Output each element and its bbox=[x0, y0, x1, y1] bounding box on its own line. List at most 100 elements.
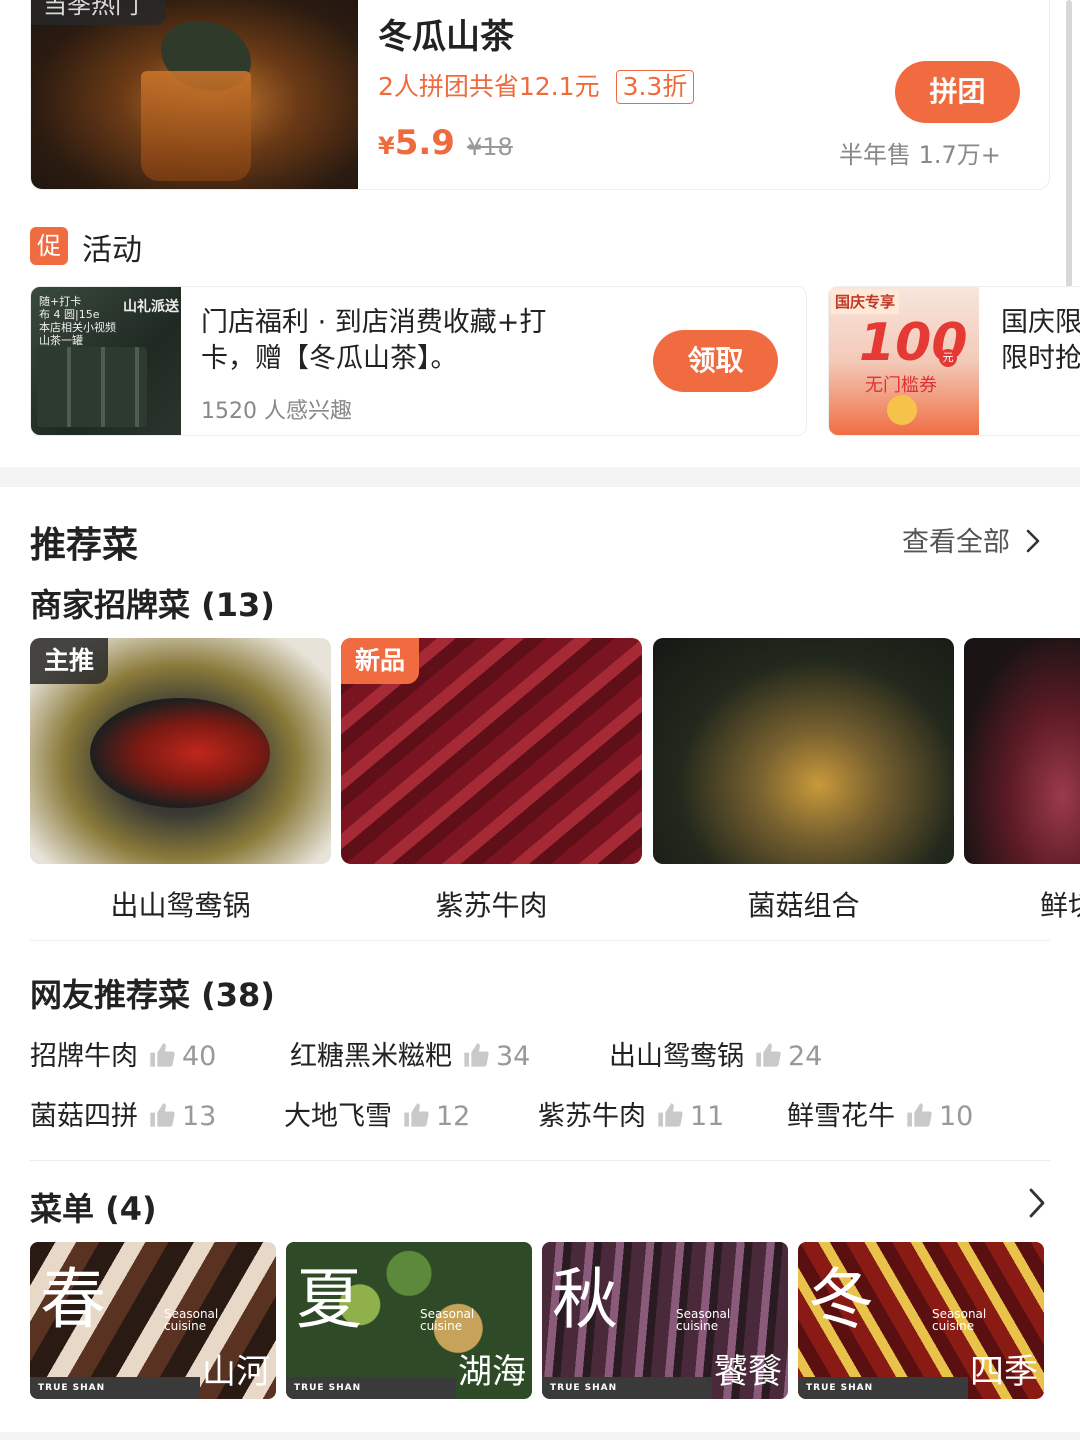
dish-name: 菌菇组合 bbox=[747, 889, 860, 922]
netizen-title: 网友推荐菜 (38) bbox=[30, 976, 275, 1014]
section-divider bbox=[0, 467, 1080, 487]
netizen-dish-name: 招牌牛肉 bbox=[30, 1041, 138, 1072]
brand-bar: TRUE SHAN bbox=[286, 1377, 456, 1399]
interest-count: 1520 人感兴趣 bbox=[201, 399, 352, 424]
like-count: 11 bbox=[690, 1101, 725, 1132]
subtitle-line: cuisine bbox=[676, 1319, 719, 1333]
activity-2-text: 国庆限 限时抢 bbox=[1001, 305, 1080, 377]
activity-card[interactable]: 随+打卡 布 4 圆|15e 本店相关小视频 山茶一罐 山礼派送 门店福利 · … bbox=[30, 286, 807, 436]
netizen-dish[interactable]: 出山鸳鸯锅 24 bbox=[609, 1034, 822, 1073]
netizen-dish[interactable]: 紫苏牛肉 11 bbox=[538, 1094, 724, 1133]
brand-bar: TRUE SHAN bbox=[542, 1377, 712, 1399]
like-count: 40 bbox=[182, 1041, 217, 1072]
subtitle-line: cuisine bbox=[164, 1319, 207, 1333]
thumbs-up-icon bbox=[464, 1043, 489, 1067]
season-subtitle: Seasonal cuisine bbox=[420, 1308, 474, 1332]
dish-card[interactable]: 新品 bbox=[341, 638, 642, 864]
view-all-link[interactable]: 查看全部 bbox=[902, 520, 1041, 559]
mascot-icon bbox=[887, 395, 917, 425]
netizen-dish-name: 菌菇四拼 bbox=[30, 1101, 138, 1132]
season-subtitle: Seasonal cuisine bbox=[932, 1308, 986, 1332]
activity-2-line: 国庆限 bbox=[1001, 307, 1080, 338]
promo-badge: 促 bbox=[30, 227, 68, 265]
claim-button[interactable]: 领取 bbox=[653, 330, 778, 392]
divider bbox=[30, 940, 1050, 941]
image-line: 本店相关小视频 bbox=[39, 321, 116, 334]
menu-card-autumn[interactable]: 秋 Seasonal cuisine 饕餮 TRUE SHAN bbox=[542, 1242, 788, 1399]
activity-description: 门店福利 · 到店消费收藏+打卡，赠【冬瓜山茶】。 bbox=[201, 307, 547, 374]
view-all-label: 查看全部 bbox=[902, 527, 1010, 558]
hotpot bbox=[90, 698, 270, 808]
like-count: 10 bbox=[939, 1101, 974, 1132]
season-subtitle: Seasonal cuisine bbox=[676, 1308, 730, 1332]
coupon-image: 国庆专享 100 元 无门槛券 bbox=[829, 287, 979, 435]
dish-name: 出山鸳鸯锅 bbox=[110, 889, 251, 922]
netizen-dish[interactable]: 菌菇四拼 13 bbox=[30, 1094, 216, 1133]
subtitle-line: cuisine bbox=[932, 1319, 975, 1333]
signature-title: 商家招牌菜 (13) bbox=[30, 586, 275, 624]
thumbs-up-icon bbox=[907, 1103, 932, 1127]
group-buy-button[interactable]: 拼团 bbox=[895, 61, 1020, 123]
like-count: 24 bbox=[788, 1041, 823, 1072]
like-count: 13 bbox=[182, 1101, 217, 1132]
scrollbar[interactable] bbox=[1066, 0, 1072, 290]
coupon-tag: 国庆专享 bbox=[831, 289, 900, 314]
netizen-dish-name: 红糖黑米糍粑 bbox=[290, 1041, 452, 1072]
image-brand: 山礼派送 bbox=[123, 299, 179, 315]
deal-card[interactable]: 当季热门 冬瓜山茶 2人拼团共省12.1元 3.3折 ¥5.9 ¥18 拼团 半年… bbox=[30, 0, 1050, 190]
netizen-dish-name: 大地飞雪 bbox=[284, 1101, 392, 1132]
menu-card-spring[interactable]: 春 Seasonal cuisine 山河 TRUE SHAN bbox=[30, 1242, 276, 1399]
chevron-right-icon[interactable] bbox=[1024, 1186, 1050, 1220]
season-pair: 湖海 bbox=[458, 1352, 526, 1392]
season-character: 春 bbox=[40, 1261, 106, 1338]
dish-tag: 新品 bbox=[341, 638, 420, 684]
subtitle-line: cuisine bbox=[420, 1319, 463, 1333]
season-pair: 四季 bbox=[970, 1352, 1038, 1392]
season-character: 夏 bbox=[296, 1261, 362, 1338]
netizen-dish[interactable]: 红糖黑米糍粑 34 bbox=[290, 1034, 530, 1073]
activity-card-2[interactable]: 国庆专享 100 元 无门槛券 国庆限 限时抢 bbox=[828, 286, 1080, 436]
group-buy-info: 2人拼团共省12.1元 3.3折 bbox=[378, 67, 695, 104]
section-divider bbox=[0, 1432, 1080, 1440]
original-price: ¥18 bbox=[467, 133, 513, 161]
group-savings-text: 2人拼团共省12.1元 bbox=[378, 72, 600, 101]
dish-tag: 主推 bbox=[30, 638, 109, 684]
thumbs-up-icon bbox=[404, 1103, 429, 1127]
brand-bar: TRUE SHAN bbox=[30, 1377, 200, 1399]
netizen-dish[interactable]: 鲜雪花牛 10 bbox=[787, 1094, 973, 1133]
coupon-unit: 元 bbox=[939, 349, 957, 367]
divider bbox=[30, 1160, 1050, 1161]
dish-name: 鲜切 bbox=[1040, 889, 1080, 922]
thumbs-up-icon bbox=[756, 1043, 781, 1067]
dish-name: 紫苏牛肉 bbox=[435, 889, 548, 922]
sales-count: 半年售 1.7万+ bbox=[839, 141, 1001, 169]
like-count: 12 bbox=[436, 1101, 471, 1132]
deal-price: ¥5.9 bbox=[378, 123, 455, 163]
chevron-right-icon bbox=[1026, 529, 1039, 553]
menu-title: 菜单 (4) bbox=[30, 1190, 157, 1228]
netizen-dish[interactable]: 招牌牛肉 40 bbox=[30, 1034, 216, 1073]
tea-cans bbox=[37, 347, 147, 427]
recommend-title: 推荐菜 bbox=[30, 525, 139, 566]
brand-bar: TRUE SHAN bbox=[798, 1377, 968, 1399]
tea-cup bbox=[141, 71, 251, 181]
menu-card-winter[interactable]: 冬 Seasonal cuisine 四季 TRUE SHAN bbox=[798, 1242, 1044, 1399]
activity-title: 活动 bbox=[82, 233, 142, 268]
price-symbol: ¥ bbox=[378, 132, 395, 160]
menu-card-summer[interactable]: 夏 Seasonal cuisine 湖海 TRUE SHAN bbox=[286, 1242, 532, 1399]
activity-2-line: 限时抢 bbox=[1001, 343, 1080, 374]
season-pair: 饕餮 bbox=[714, 1352, 782, 1392]
deal-image[interactable]: 当季热门 bbox=[31, 0, 358, 189]
thumbs-up-icon bbox=[658, 1103, 683, 1127]
netizen-dish-name: 紫苏牛肉 bbox=[538, 1101, 646, 1132]
season-character: 冬 bbox=[808, 1261, 874, 1338]
thumbs-up-icon bbox=[150, 1043, 175, 1067]
image-line: 山茶一罐 bbox=[39, 334, 83, 347]
netizen-dish[interactable]: 大地飞雪 12 bbox=[284, 1094, 470, 1133]
dish-card[interactable] bbox=[653, 638, 954, 864]
price-value: 5.9 bbox=[394, 123, 455, 163]
season-pair: 山河 bbox=[202, 1352, 270, 1392]
dish-card[interactable]: 主推 bbox=[30, 638, 331, 864]
netizen-dish-name: 出山鸳鸯锅 bbox=[609, 1041, 744, 1072]
dish-card[interactable] bbox=[964, 638, 1080, 864]
